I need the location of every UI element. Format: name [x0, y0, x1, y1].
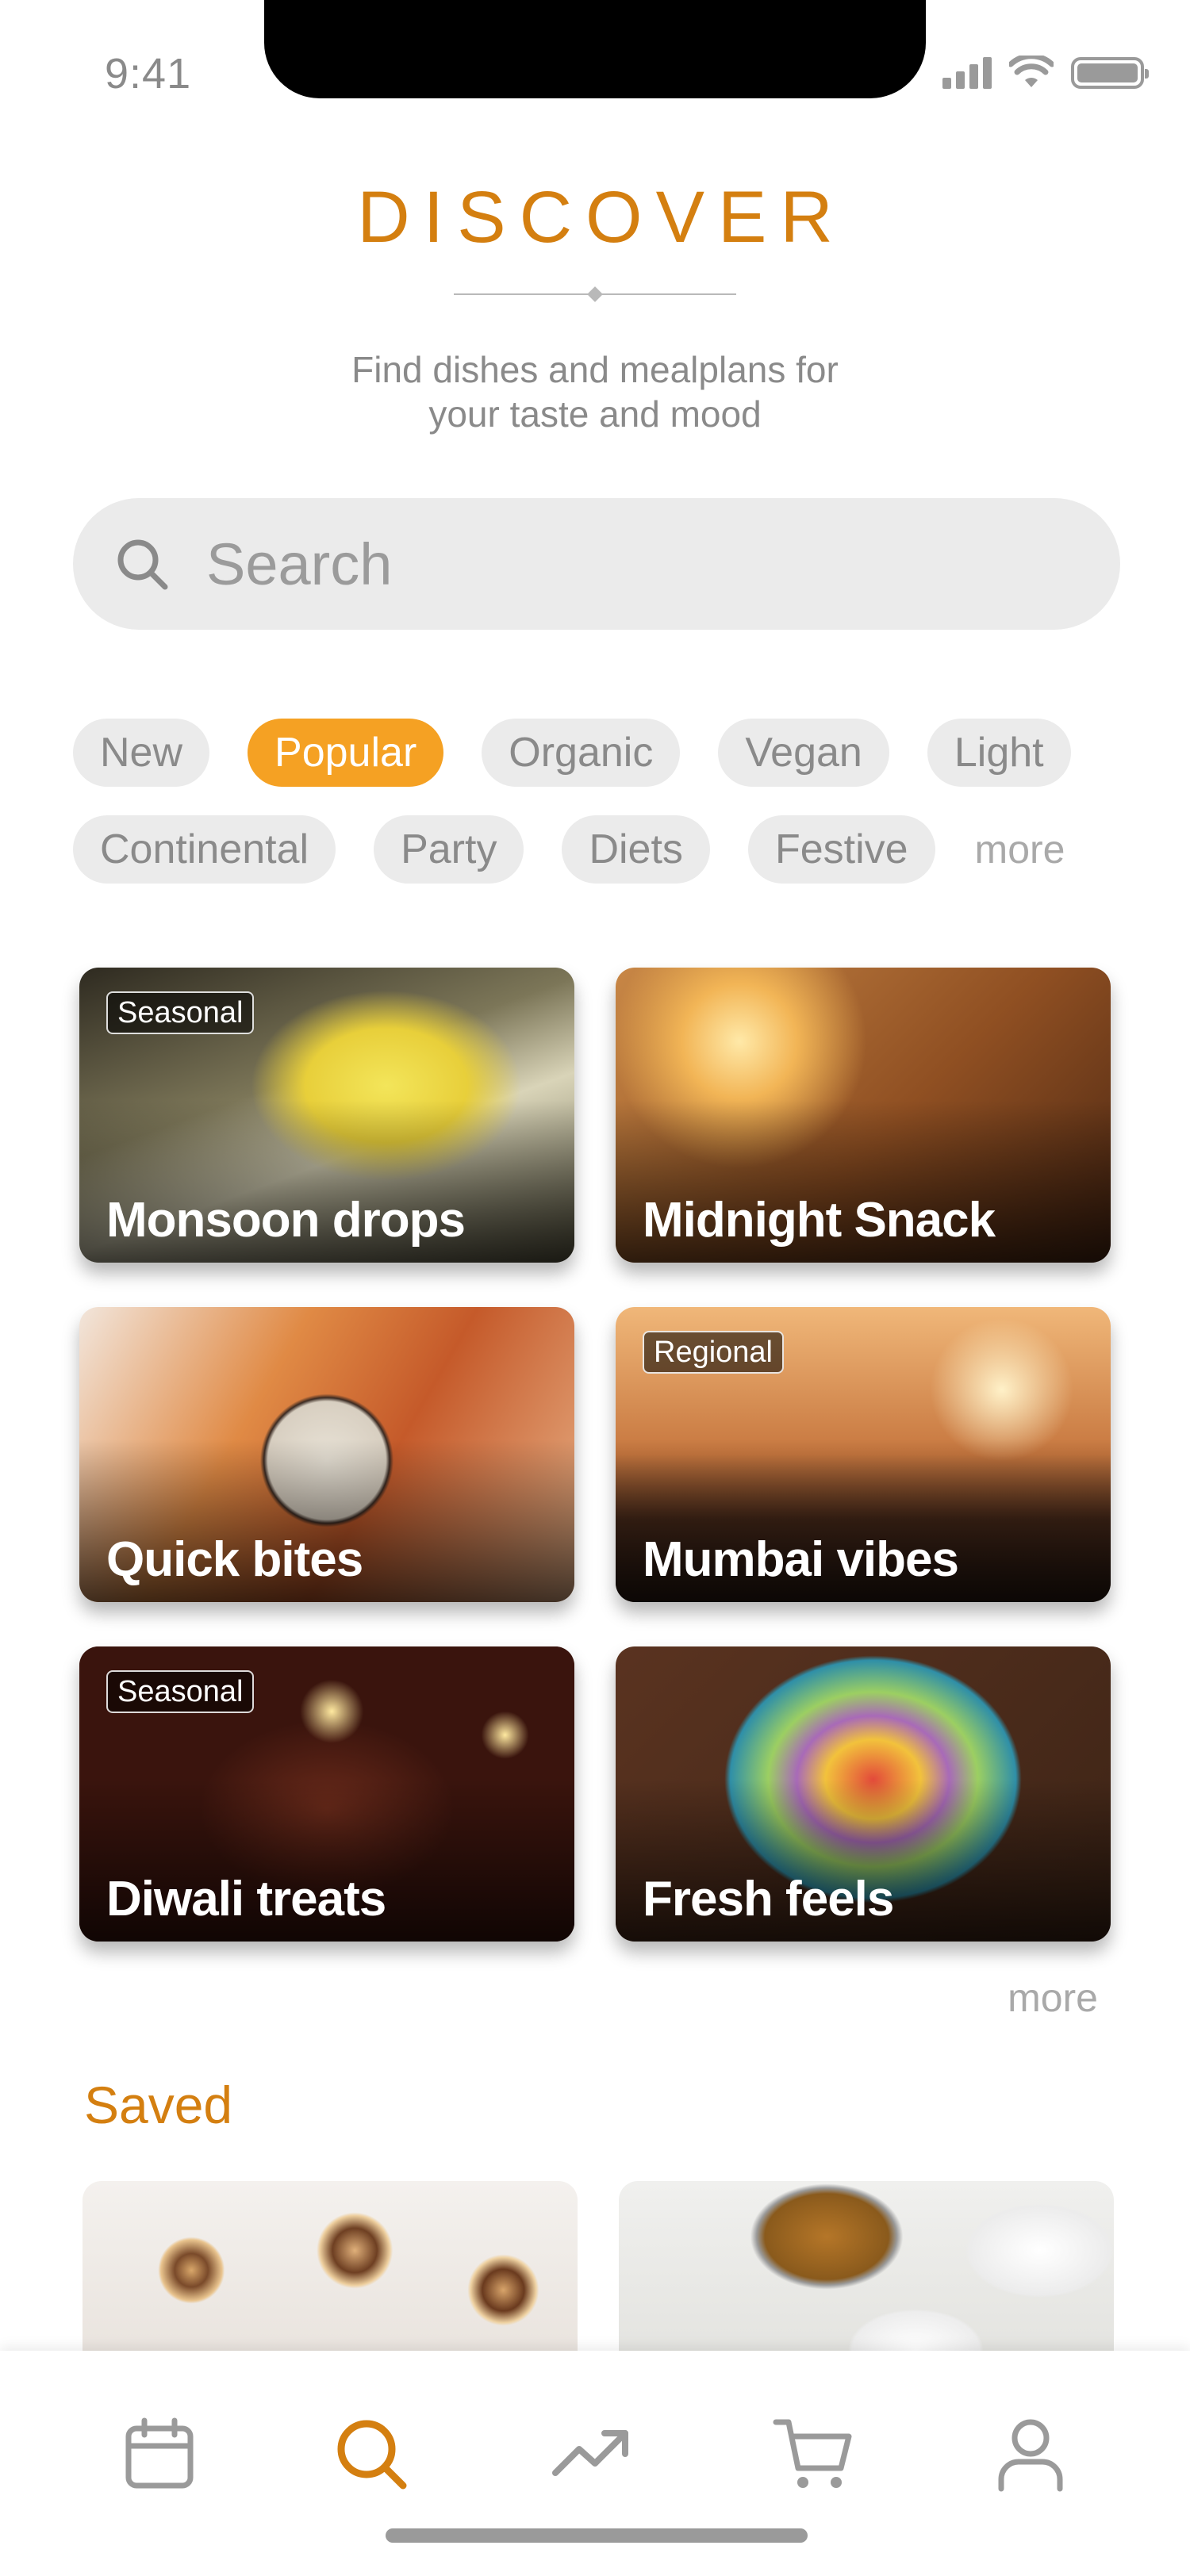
card-label: Diwali treats — [106, 1872, 386, 1926]
profile-icon — [998, 2419, 1063, 2492]
card-tag: Regional — [643, 1331, 784, 1374]
categories-more-link[interactable]: more — [1008, 1975, 1098, 2021]
card-label: Quick bites — [106, 1532, 363, 1587]
trending-icon — [552, 2430, 628, 2476]
saved-section-title: Saved — [84, 2076, 233, 2134]
cellular-signal-icon — [942, 56, 992, 89]
category-card-monsoon[interactable]: Seasonal Monsoon drops — [79, 968, 574, 1263]
category-card-mumbai-vibes[interactable]: Regional Mumbai vibes — [616, 1307, 1111, 1602]
tab-search[interactable] — [328, 2411, 416, 2498]
category-card-midnight-snack[interactable]: Midnight Snack — [616, 968, 1111, 1263]
search-icon — [117, 539, 168, 590]
pinwheels-image — [83, 2181, 578, 2379]
title-divider — [454, 286, 736, 302]
chip-popular[interactable]: Popular — [248, 719, 444, 787]
chip-organic[interactable]: Organic — [482, 719, 681, 787]
card-label: Mumbai vibes — [643, 1532, 959, 1587]
tab-profile[interactable] — [987, 2411, 1074, 2498]
chip-continental[interactable]: Continental — [73, 815, 336, 884]
card-tag: Seasonal — [106, 991, 255, 1034]
page-subtitle: Find dishes and mealplans for your taste… — [0, 347, 1190, 436]
card-tag: Seasonal — [106, 1670, 255, 1713]
calendar-icon — [125, 2417, 194, 2489]
status-icons — [942, 56, 1149, 89]
chip-vegan[interactable]: Vegan — [718, 719, 889, 787]
tab-trending[interactable] — [547, 2411, 635, 2498]
status-time: 9:41 — [105, 50, 192, 98]
category-card-diwali-treats[interactable]: Seasonal Diwali treats — [79, 1646, 574, 1942]
tab-cart[interactable] — [771, 2411, 858, 2498]
tab-calendar[interactable] — [116, 2411, 203, 2498]
battery-icon — [1071, 57, 1149, 89]
chip-festive[interactable]: Festive — [747, 815, 935, 884]
filter-chips-row-1: New Popular Organic Vegan Light — [73, 719, 1071, 787]
card-label: Monsoon drops — [106, 1193, 466, 1248]
search-input[interactable] — [206, 498, 1079, 630]
filter-chips-row-2: Continental Party Diets Festive more — [73, 815, 1065, 884]
cart-icon — [773, 2419, 852, 2488]
wifi-icon — [1009, 56, 1054, 87]
card-label: Midnight Snack — [643, 1193, 996, 1248]
home-indicator[interactable] — [386, 2528, 808, 2543]
search-icon — [337, 2420, 407, 2490]
chip-new[interactable]: New — [73, 719, 210, 787]
chip-party[interactable]: Party — [374, 815, 524, 884]
saved-card-idli-sambar[interactable] — [619, 2181, 1114, 2379]
chip-light[interactable]: Light — [927, 719, 1071, 787]
page-title: DISCOVER — [357, 177, 846, 258]
idli-sambar-image — [619, 2181, 1114, 2379]
filters-more-link[interactable]: more — [973, 815, 1065, 884]
category-grid: Seasonal Monsoon drops Midnight Snack Qu… — [79, 968, 1111, 1942]
saved-card-pinwheels[interactable] — [83, 2181, 578, 2379]
device-notch — [264, 0, 926, 98]
category-card-fresh-feels[interactable]: Fresh feels — [616, 1646, 1111, 1942]
card-label: Fresh feels — [643, 1872, 894, 1926]
search-bar[interactable] — [73, 498, 1120, 630]
subtitle-line-2: your taste and mood — [428, 393, 762, 435]
subtitle-line-1: Find dishes and mealplans for — [351, 349, 839, 390]
chip-diets[interactable]: Diets — [562, 815, 710, 884]
category-card-quick-bites[interactable]: Quick bites — [79, 1307, 574, 1602]
